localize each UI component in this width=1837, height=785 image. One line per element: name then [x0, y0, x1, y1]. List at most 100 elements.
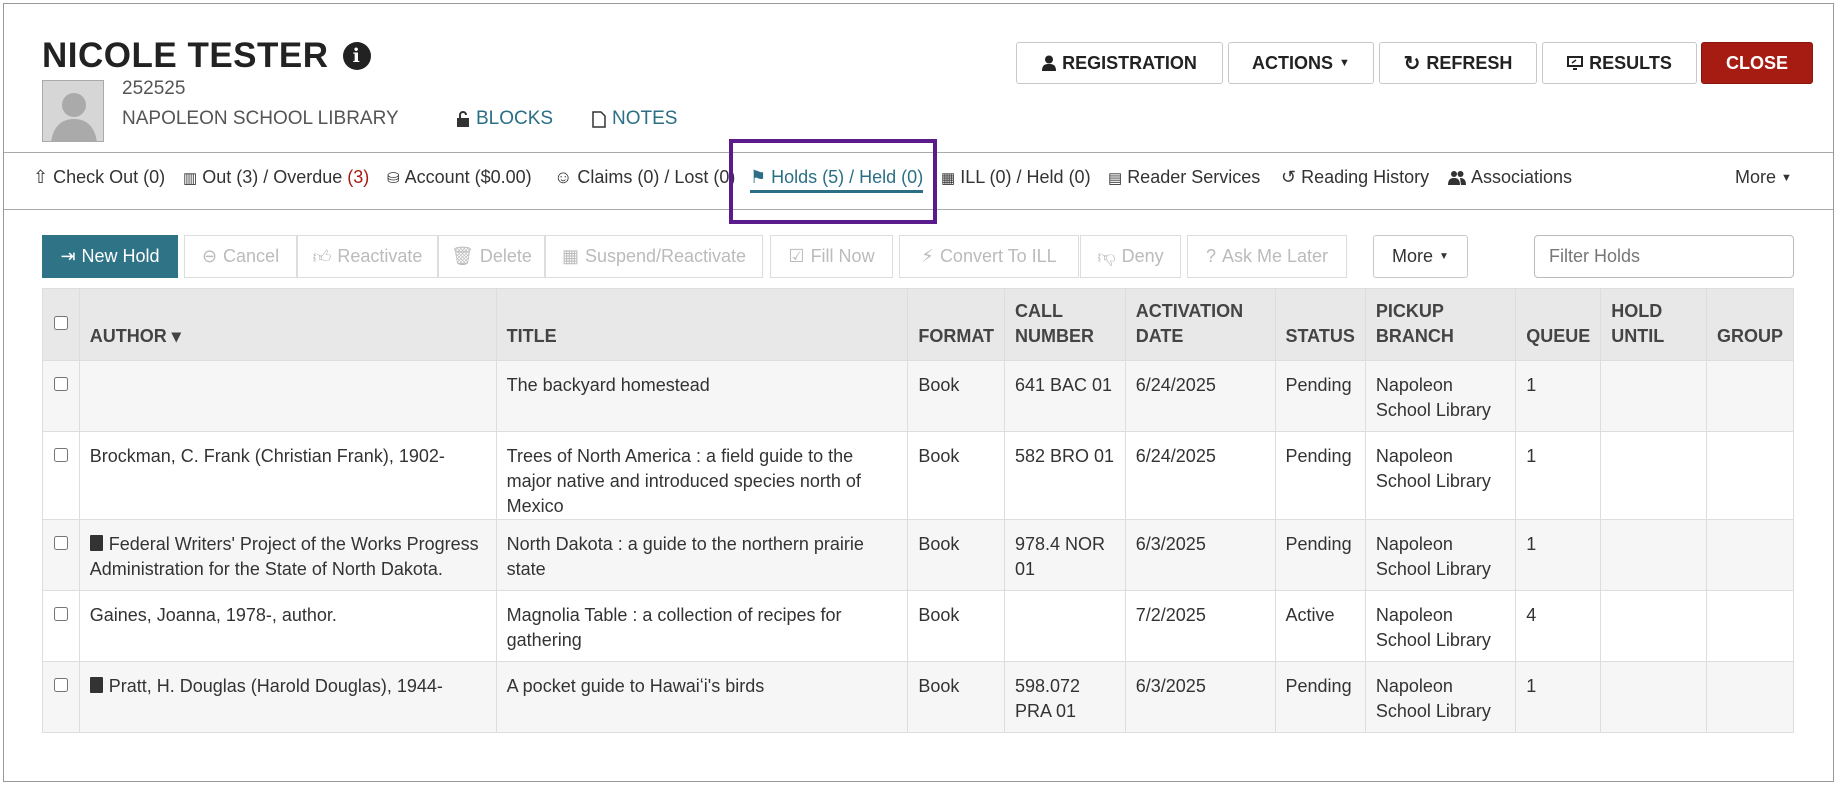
blocks-link[interactable]: BLOCKS	[456, 108, 553, 130]
book-icon	[89, 677, 103, 693]
patron-name-text: NICOLE TESTER	[42, 36, 329, 75]
row-select-cell	[42, 360, 80, 432]
row-select-cell	[42, 519, 80, 591]
row-checkbox[interactable]	[53, 448, 68, 462]
tab-associations[interactable]: Associations	[1448, 167, 1572, 188]
tab-reader-services[interactable]: ▤ Reader Services	[1108, 167, 1260, 188]
author-text: Federal Writers' Project of the Works Pr…	[89, 534, 479, 579]
tab-associations-label: Associations	[1471, 167, 1573, 187]
cancel-button[interactable]: ⊖ Cancel	[184, 235, 297, 278]
tab-more-label: More	[1735, 167, 1777, 187]
activation-date-cell: 6/3/2025	[1124, 519, 1276, 591]
row-checkbox[interactable]	[53, 536, 68, 550]
hold-until-cell	[1600, 431, 1707, 520]
format-cell: Book	[907, 661, 1005, 733]
col-pickup-branch[interactable]: PICKUP BRANCH	[1364, 288, 1517, 361]
status-cell: Pending	[1274, 360, 1366, 432]
results-icon	[1567, 56, 1584, 70]
table-row[interactable]: Gaines, Joanna, 1978-, author. Magnolia …	[42, 590, 1795, 662]
delete-button[interactable]: 🗑︎ Delete	[438, 235, 545, 278]
caret-down-icon: ▼	[1339, 57, 1350, 69]
pickup-branch-cell: Napoleon School Library	[1364, 519, 1517, 591]
col-group[interactable]: GROUP	[1705, 288, 1795, 361]
tab-out[interactable]: ▥ Out (3) / Overdue (3)	[183, 167, 369, 188]
cancel-label: Cancel	[223, 246, 280, 266]
tab-account[interactable]: ⛁ Account ($0.00)	[387, 167, 532, 188]
deny-button[interactable]: 👎︎ Deny	[1080, 235, 1181, 278]
check-square-icon: ☑	[788, 246, 805, 266]
tab-reader-services-label: Reader Services	[1127, 167, 1261, 187]
new-hold-button[interactable]: ⇥ New Hold	[42, 235, 178, 278]
row-checkbox[interactable]	[53, 678, 68, 692]
registration-label: REGISTRATION	[1062, 52, 1197, 73]
row-checkbox[interactable]	[53, 607, 68, 621]
title-cell: Trees of North America : a field guide t…	[495, 431, 909, 520]
registration-button[interactable]: REGISTRATION	[1016, 42, 1223, 84]
row-select-cell	[42, 590, 80, 662]
table-row[interactable]: Federal Writers' Project of the Works Pr…	[42, 519, 1795, 591]
actions-button[interactable]: ACTIONS ▼	[1228, 42, 1374, 84]
col-call-number[interactable]: CALL NUMBER	[1004, 288, 1126, 361]
call-number-cell: 582 BRO 01	[1004, 431, 1126, 520]
tab-account-label: Account ($0.00)	[404, 167, 532, 187]
fill-now-button[interactable]: ☑ Fill Now	[770, 235, 893, 278]
group-cell	[1705, 431, 1795, 520]
status-cell: Pending	[1274, 661, 1366, 733]
queue-cell: 1	[1515, 519, 1602, 591]
close-label: CLOSE	[1725, 52, 1788, 73]
title-cell: A pocket guide to Hawaiʻi's birds	[495, 661, 909, 733]
col-activation-date[interactable]: ACTIVATION DATE	[1124, 288, 1276, 361]
select-all-checkbox[interactable]	[53, 316, 68, 330]
tab-ill[interactable]: ▦ ILL (0) / Held (0)	[941, 167, 1091, 188]
tab-reading-history[interactable]: ↺ Reading History	[1281, 167, 1429, 188]
tab-claims[interactable]: ☺ Claims (0) / Lost (0)	[554, 167, 735, 188]
col-queue[interactable]: QUEUE	[1515, 288, 1602, 361]
status-cell: Pending	[1274, 431, 1366, 520]
filter-holds-input[interactable]	[1534, 235, 1794, 278]
info-icon[interactable]: i	[342, 42, 371, 70]
toolbar-more-button[interactable]: More ▼	[1373, 235, 1468, 278]
table-row[interactable]: Brockman, C. Frank (Christian Frank), 19…	[42, 431, 1795, 520]
refresh-button[interactable]: ↻ REFRESH	[1379, 42, 1537, 84]
thumbs-down-icon: 👎︎	[1097, 246, 1116, 267]
upload-icon: ⇧	[33, 167, 49, 187]
row-select-cell	[42, 431, 80, 520]
table-row[interactable]: The backyard homestead Book 641 BAC 01 6…	[42, 360, 1795, 432]
patron-library: NAPOLEON SCHOOL LIBRARY	[122, 108, 399, 129]
status-cell: Pending	[1274, 519, 1366, 591]
author-cell: Federal Writers' Project of the Works Pr…	[78, 519, 497, 591]
table-header-row: AUTHOR ▾ TITLE FORMAT CALL NUMBER ACTIVA…	[42, 288, 1795, 361]
money-icon: ⛁	[387, 169, 400, 187]
table-row[interactable]: Pratt, H. Douglas (Harold Douglas), 1944…	[42, 661, 1795, 733]
author-cell: Pratt, H. Douglas (Harold Douglas), 1944…	[78, 661, 497, 733]
notes-link[interactable]: NOTES	[592, 108, 677, 130]
row-checkbox[interactable]	[53, 377, 68, 391]
tab-checkout[interactable]: ⇧ Check Out (0)	[33, 167, 165, 188]
user-icon	[1042, 55, 1057, 71]
author-cell	[78, 360, 497, 432]
thumbs-up-icon: 👍︎	[312, 246, 332, 267]
call-number-cell: 598.072 PRA 01	[1004, 661, 1126, 733]
building-icon: ▦	[941, 169, 956, 187]
col-hold-until[interactable]: HOLD UNTIL	[1600, 288, 1707, 361]
close-button[interactable]: CLOSE	[1701, 42, 1813, 84]
call-number-cell: 641 BAC 01	[1004, 360, 1126, 432]
col-format[interactable]: FORMAT	[907, 288, 1005, 361]
activation-date-cell: 6/24/2025	[1124, 431, 1276, 520]
activation-date-cell: 6/3/2025	[1124, 661, 1276, 733]
format-cell: Book	[907, 431, 1005, 520]
col-author[interactable]: AUTHOR ▾	[78, 288, 497, 361]
tab-more[interactable]: More ▼	[1735, 167, 1792, 188]
deny-label: Deny	[1121, 246, 1164, 266]
ask-me-later-button[interactable]: ? Ask Me Later	[1187, 235, 1347, 278]
convert-to-ill-button[interactable]: ⚡︎ Convert To ILL	[899, 235, 1079, 278]
book-icon	[89, 535, 103, 551]
activation-date-cell: 7/2/2025	[1124, 590, 1276, 662]
results-button[interactable]: RESULTS	[1542, 42, 1697, 84]
delete-label: Delete	[479, 246, 532, 266]
col-status[interactable]: STATUS	[1274, 288, 1366, 361]
suspend-reactivate-button[interactable]: ▦ Suspend/Reactivate	[545, 235, 763, 278]
col-title[interactable]: TITLE	[495, 288, 909, 361]
tab-out-label: Out (3) / Overdue (3)	[202, 167, 369, 188]
reactivate-button[interactable]: 👍︎ Reactivate	[297, 235, 438, 278]
